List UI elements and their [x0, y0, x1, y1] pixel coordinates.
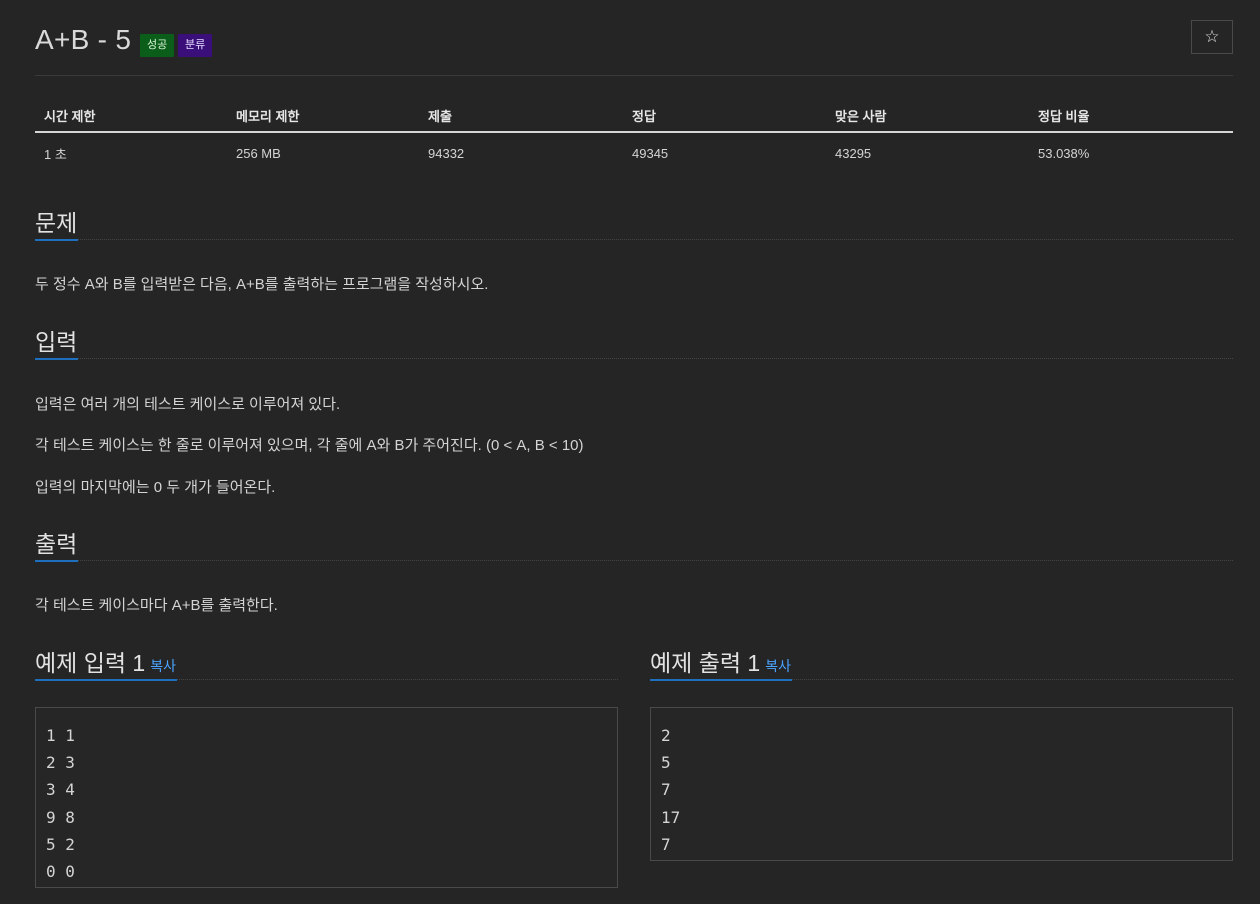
- sample-input-title: 예제 입력 1: [35, 650, 146, 676]
- favorite-star-button[interactable]: ☆: [1191, 20, 1233, 54]
- input-heading: 입력: [35, 330, 79, 360]
- value-accepted[interactable]: 49345: [623, 133, 826, 173]
- sample-output-heading: 예제 출력 1 복사: [650, 651, 792, 681]
- sample-output-line: 17: [661, 807, 681, 827]
- header-memory-limit: 메모리 제한: [236, 109, 300, 124]
- table-header-row: 시간 제한 메모리 제한 제출 정답 맞은 사람 정답 비율: [35, 100, 1233, 133]
- sample-input-line: 1 1: [46, 726, 75, 745]
- sample-output-header: 예제 출력 1 복사: [650, 650, 1233, 681]
- value-accept-ratio: 53.038%: [1038, 145, 1090, 161]
- sample-output-line: 2: [661, 726, 671, 745]
- copy-sample-input-button[interactable]: 복사: [150, 658, 176, 674]
- sample-input-line: 3 4: [46, 780, 75, 800]
- input-description-line: 입력의 마지막에는 0 두 개가 들어온다.: [35, 479, 276, 496]
- header-accepted: 정답: [632, 109, 656, 124]
- copy-sample-output-button[interactable]: 복사: [765, 658, 791, 674]
- sample-input-line: 5 2: [46, 834, 75, 854]
- sample-output-line: 5: [661, 753, 671, 773]
- title-row: A+B - 5 성공 분류 ☆: [35, 20, 1233, 76]
- sample-output-title: 예제 출력 1: [650, 650, 761, 676]
- value-solved-users[interactable]: 43295: [826, 133, 1029, 173]
- input-description-line: 입력은 여러 개의 테스트 케이스로 이루어져 있다.: [35, 396, 341, 413]
- problem-section-header: 문제: [35, 210, 1233, 241]
- problem-info-table: 시간 제한 메모리 제한 제출 정답 맞은 사람 정답 비율 1 초 256 M…: [35, 100, 1233, 173]
- input-description-line: 각 테스트 케이스는 한 줄로 이루어져 있으며, 각 줄에 A와 B가 주어진…: [35, 437, 584, 454]
- problem-page: A+B - 5 성공 분류 ☆ 시간 제한 메모리 제한 제출 정답 맞은 사람…: [0, 0, 1260, 904]
- problem-description: 두 정수 A와 B를 입력받은 다음, A+B를 출력하는 프로그램을 작성하시…: [35, 276, 489, 293]
- table-row: 1 초 256 MB 94332 49345 43295 53.038%: [35, 133, 1233, 173]
- star-icon: ☆: [1204, 27, 1220, 46]
- value-memory-limit: 256 MB: [236, 145, 281, 161]
- output-description: 각 테스트 케이스마다 A+B를 출력한다.: [35, 597, 278, 614]
- sample-input-line: 2 3: [46, 753, 75, 773]
- output-heading: 출력: [35, 532, 79, 562]
- output-section-header: 출력: [35, 531, 1233, 562]
- value-time-limit: 1 초: [44, 146, 67, 162]
- header-submissions: 제출: [428, 109, 452, 124]
- status-badge-success: 성공: [140, 34, 175, 57]
- input-section-header: 입력: [35, 329, 1233, 360]
- header-time-limit: 시간 제한: [44, 109, 96, 124]
- sample-output-line: 7: [661, 780, 671, 800]
- sample-input-box[interactable]: 1 1 2 3 3 4 9 8 5 2 0 0: [35, 707, 618, 888]
- header-solved-users: 맞은 사람: [835, 109, 887, 124]
- sample-input-heading: 예제 입력 1 복사: [35, 651, 177, 681]
- category-badge[interactable]: 분류: [178, 34, 213, 57]
- sample-output-line: 7: [661, 834, 671, 854]
- page-title: A+B - 5: [35, 24, 132, 55]
- sample-input-line: 9 8: [46, 807, 75, 827]
- sample-output-box[interactable]: 2 5 7 17 7: [650, 707, 1233, 861]
- sample-input-header: 예제 입력 1 복사: [35, 650, 618, 681]
- value-submissions[interactable]: 94332: [419, 133, 623, 173]
- problem-heading: 문제: [35, 211, 79, 241]
- header-accept-ratio: 정답 비율: [1038, 109, 1090, 124]
- sample-input-line: 0 0: [46, 862, 75, 882]
